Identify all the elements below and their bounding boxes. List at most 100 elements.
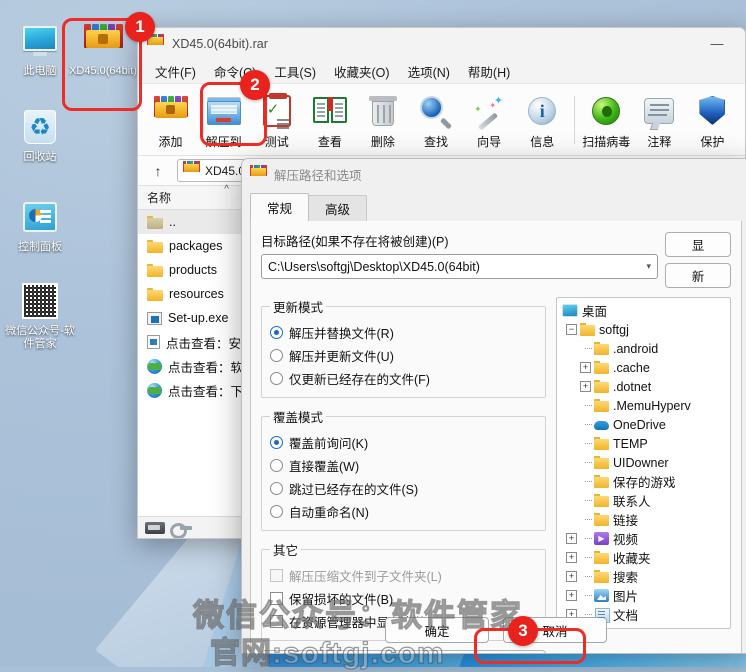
up-one-level-button[interactable]: ↑ xyxy=(145,160,171,182)
toolbar-label: 查看 xyxy=(317,134,342,149)
radio-overwrite-without-prompt[interactable]: 直接覆盖(W) xyxy=(270,454,537,477)
radio-indicator xyxy=(270,349,283,362)
folder-icon xyxy=(594,437,609,450)
tree-item-pictures[interactable]: + 图片 xyxy=(560,586,730,605)
desktop-icon-recycle-bin[interactable]: 回收站 xyxy=(3,106,77,164)
tree-connector-icon xyxy=(580,476,592,487)
new-folder-button[interactable]: 新 xyxy=(665,263,731,288)
destination-path-combobox[interactable]: C:\Users\softgj\Desktop\XD45.0(64bit) ▾ xyxy=(261,254,658,279)
tree-item-desktop[interactable]: 桌面 xyxy=(560,301,730,320)
menu-item-file[interactable]: 文件(F) xyxy=(146,60,205,83)
radio-freshen-existing[interactable]: 仅更新已经存在的文件(F) xyxy=(270,367,537,390)
tree-item-temp[interactable]: TEMP xyxy=(560,434,730,453)
annotation-badge-3: 3 xyxy=(508,616,538,646)
options-columns: 更新模式 解压并替换文件(R) 解压并更新文件(U) 仅更新已经存在的文件(F) xyxy=(261,297,731,653)
tree-connector-icon xyxy=(580,457,592,468)
tree-item-cache[interactable]: + .cache xyxy=(560,358,730,377)
tree-item-android[interactable]: .android xyxy=(560,339,730,358)
toolbar-button-info[interactable]: 信息 xyxy=(516,87,569,153)
tree-item-favorites[interactable]: + 收藏夹 xyxy=(560,548,730,567)
destination-path-label: 目标路径(如果不存在将被创建)(P) xyxy=(261,235,449,249)
tree-item-softgj[interactable]: − softgj xyxy=(560,320,730,339)
expand-expander-icon[interactable]: + xyxy=(580,362,591,373)
radio-indicator xyxy=(270,459,283,472)
expand-expander-icon[interactable]: + xyxy=(580,381,591,392)
tree-item-videos[interactable]: + 视频 xyxy=(560,529,730,548)
tab-general[interactable]: 常规 xyxy=(250,193,310,221)
column-header-name[interactable]: 名称 ^ xyxy=(138,184,243,206)
radio-skip-existing[interactable]: 跳过已经存在的文件(S) xyxy=(270,477,537,500)
exe-file-icon xyxy=(147,311,162,325)
tree-item-label: 桌面 xyxy=(582,305,608,319)
tree-item-dotnet[interactable]: + .dotnet xyxy=(560,377,730,396)
menu-item-tools[interactable]: 工具(S) xyxy=(265,60,325,83)
window-title: XD45.0(64bit).rar xyxy=(172,36,268,51)
menu-item-options[interactable]: 选项(N) xyxy=(399,60,459,83)
option-label: 解压并替换文件(R) xyxy=(289,327,394,341)
add-archive-icon xyxy=(153,91,188,131)
tab-advanced[interactable]: 高级 xyxy=(308,195,368,221)
menu-item-favorites[interactable]: 收藏夹(O) xyxy=(325,60,399,83)
file-name: .. xyxy=(169,215,176,229)
toolbar-button-add[interactable]: 添加 xyxy=(144,87,197,153)
option-label: 仅更新已经存在的文件(F) xyxy=(289,373,430,387)
tree-item-label: .dotnet xyxy=(613,379,652,394)
tree-item-uidowner[interactable]: UIDowner xyxy=(560,453,730,472)
file-name: packages xyxy=(169,239,223,253)
rar-archive-icon xyxy=(250,164,267,184)
folder-icon xyxy=(147,263,163,277)
chevron-down-icon[interactable]: ▾ xyxy=(646,261,651,272)
tree-item-memuhyperv[interactable]: .MemuHyperv xyxy=(560,396,730,415)
toolbar-button-view[interactable]: 查看 xyxy=(303,87,356,153)
tree-item-label: 图片 xyxy=(613,590,639,604)
display-button[interactable]: 显 xyxy=(665,232,731,257)
dialog-titlebar[interactable]: 解压路径和选项 xyxy=(242,159,746,189)
find-magnifier-icon xyxy=(420,91,453,131)
toolbar-button-comment[interactable]: 注释 xyxy=(633,87,686,153)
radio-rename-automatically[interactable]: 自动重命名(N) xyxy=(270,500,537,523)
toolbar-button-delete[interactable]: 删除 xyxy=(356,87,409,153)
toolbar-label: 保护 xyxy=(700,134,725,149)
minimize-button[interactable]: — xyxy=(695,29,739,59)
options-right-column: 桌面 − softgj .android + .cache + .dotnet … xyxy=(556,297,731,653)
folder-icon xyxy=(594,342,609,355)
file-name: resources xyxy=(169,287,224,301)
desktop-icon-wechat-qr[interactable]: 微信公众号-软件管家 xyxy=(3,280,77,351)
toolbar-button-wizard[interactable]: ✦ ✦ ✦ 向导 xyxy=(463,87,516,153)
destination-folder-tree[interactable]: 桌面 − softgj .android + .cache + .dotnet … xyxy=(556,297,731,629)
option-label: 跳过已经存在的文件(S) xyxy=(289,483,419,497)
radio-ask-before-overwrite[interactable]: 覆盖前询问(K) xyxy=(270,431,537,454)
tree-item-onedrive[interactable]: OneDrive xyxy=(560,415,730,434)
folder-up-icon xyxy=(147,215,163,229)
tree-item-links[interactable]: 链接 xyxy=(560,510,730,529)
videos-icon xyxy=(594,532,609,545)
folder-icon xyxy=(594,361,609,374)
file-name: 点击查看：安 xyxy=(166,336,242,351)
tree-connector-icon xyxy=(580,419,592,430)
tree-connector-icon xyxy=(580,400,592,411)
desktop-icon-control-panel[interactable]: 控制面板 xyxy=(3,196,77,254)
folder-icon xyxy=(594,456,609,469)
winrar-titlebar[interactable]: XD45.0(64bit).rar — xyxy=(138,28,745,59)
tree-item-label: .MemuHyperv xyxy=(613,398,691,413)
tree-connector-icon xyxy=(580,438,592,449)
radio-extract-and-update[interactable]: 解压并更新文件(U) xyxy=(270,344,537,367)
tree-item-searches[interactable]: + 搜索 xyxy=(560,567,730,586)
menu-item-help[interactable]: 帮助(H) xyxy=(459,60,519,83)
expand-expander-icon[interactable]: + xyxy=(566,571,577,582)
options-left-column: 更新模式 解压并替换文件(R) 解压并更新文件(U) 仅更新已经存在的文件(F) xyxy=(261,297,546,653)
qr-code-icon xyxy=(3,280,77,322)
toolbar-button-find[interactable]: 查找 xyxy=(409,87,462,153)
toolbar-label: 添加 xyxy=(158,134,183,149)
view-book-icon xyxy=(312,91,347,131)
expand-expander-icon[interactable]: + xyxy=(566,552,577,563)
radio-extract-and-replace[interactable]: 解压并替换文件(R) xyxy=(270,321,537,344)
tree-item-saved-games[interactable]: 保存的游戏 xyxy=(560,472,730,491)
toolbar-button-protect[interactable]: 保护 xyxy=(686,87,739,153)
toolbar-button-virus-scan[interactable]: 扫描病毒 xyxy=(580,87,633,153)
expand-expander-icon[interactable]: + xyxy=(566,590,577,601)
expand-expander-icon[interactable]: + xyxy=(566,533,577,544)
collapse-expander-icon[interactable]: − xyxy=(566,324,577,335)
folder-icon xyxy=(594,551,609,564)
tree-item-contacts[interactable]: 联系人 xyxy=(560,491,730,510)
